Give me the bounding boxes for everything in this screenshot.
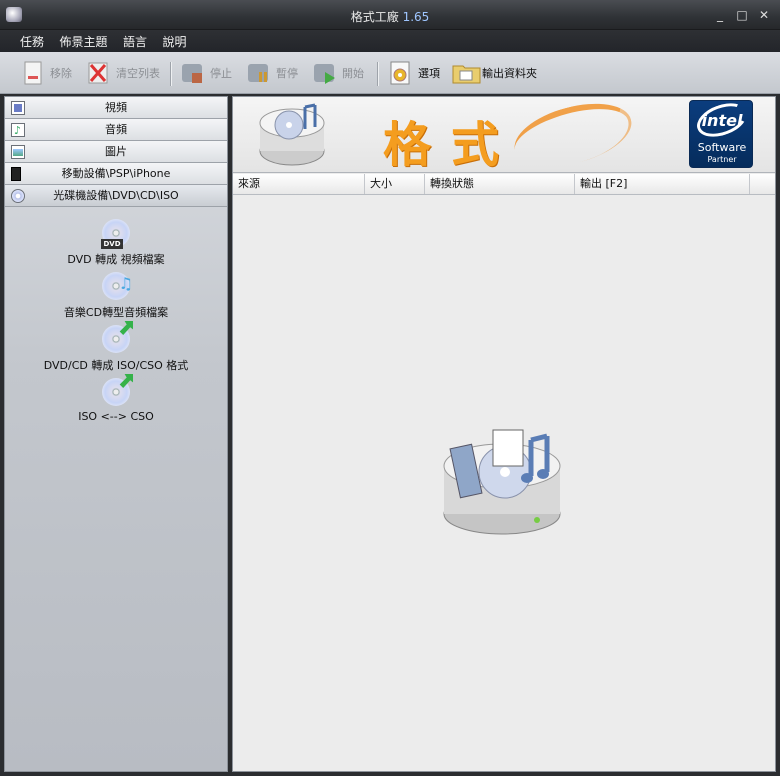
banner-swirl bbox=[507, 97, 639, 172]
category-picture-label: 圖片 bbox=[105, 145, 127, 158]
cd-to-audio-icon: ♫ bbox=[99, 270, 133, 302]
toolbar-separator bbox=[170, 62, 172, 86]
task-panel: 格式 intel Software Partner 來源 大小 轉換狀態 輸出 … bbox=[232, 96, 776, 772]
category-video[interactable]: 視頻 bbox=[5, 97, 227, 119]
category-picture[interactable]: 圖片 bbox=[5, 141, 227, 163]
category-mobile-label: 移動設備\PSP\iPhone bbox=[61, 167, 171, 180]
mobile-icon bbox=[11, 167, 21, 181]
task-list[interactable] bbox=[233, 196, 775, 771]
dvd-to-iso-label: DVD/CD 轉成 ISO/CSO 格式 bbox=[43, 359, 189, 372]
gear-icon bbox=[388, 60, 414, 86]
category-audio-label: 音頻 bbox=[105, 123, 127, 136]
iso-cso-tool[interactable]: ISO <--> CSO bbox=[5, 374, 227, 423]
column-size[interactable]: 大小 bbox=[365, 174, 425, 194]
category-video-label: 視頻 bbox=[105, 101, 127, 114]
stop-label: 停止 bbox=[210, 67, 232, 80]
folder-icon bbox=[452, 60, 481, 86]
pause-label: 暫停 bbox=[276, 67, 298, 80]
audio-icon bbox=[11, 120, 25, 142]
pause-button[interactable]: 暫停 bbox=[246, 58, 298, 88]
options-label: 選項 bbox=[418, 67, 440, 80]
iso-cso-icon bbox=[99, 374, 133, 408]
remove-button[interactable]: 移除 bbox=[20, 58, 72, 88]
banner-title: 格式 bbox=[383, 117, 520, 173]
banner: 格式 intel Software Partner bbox=[233, 97, 775, 173]
disc-icon bbox=[11, 189, 25, 203]
options-button[interactable]: 選項 bbox=[388, 58, 440, 88]
toolbar-separator bbox=[377, 62, 379, 86]
category-mobile[interactable]: 移動設備\PSP\iPhone bbox=[5, 163, 227, 185]
menu-language[interactable]: 語言 bbox=[117, 33, 153, 50]
clear-list-label: 清空列表 bbox=[116, 67, 160, 80]
window-title: 格式工廠 1.65 bbox=[0, 8, 780, 25]
menu-task[interactable]: 任務 bbox=[14, 33, 50, 50]
category-disc[interactable]: 光碟機設備\DVD\CD\ISO bbox=[5, 185, 227, 207]
column-source[interactable]: 來源 bbox=[233, 174, 365, 194]
maximize-button[interactable]: □ bbox=[734, 7, 750, 23]
title-bar: 格式工廠 1.65 _ □ ✕ bbox=[0, 0, 780, 30]
intel-partner-badge: intel Software Partner bbox=[689, 97, 753, 168]
dvd-to-video-icon: DVD bbox=[99, 217, 133, 249]
column-status[interactable]: 轉換狀態 bbox=[425, 174, 575, 194]
start-button[interactable]: 開始 bbox=[312, 58, 364, 88]
remove-icon bbox=[20, 60, 46, 86]
start-icon bbox=[312, 60, 338, 86]
cd-to-audio-tool[interactable]: ♫ 音樂CD轉型音頻檔案 bbox=[5, 270, 227, 320]
clear-list-icon bbox=[86, 60, 112, 86]
intel-brand: intel bbox=[701, 111, 743, 130]
pause-icon bbox=[246, 60, 272, 86]
stop-button[interactable]: 停止 bbox=[180, 58, 232, 88]
clear-list-button[interactable]: 清空列表 bbox=[86, 58, 160, 88]
format-factory-logo-icon bbox=[255, 103, 329, 167]
output-folder-button[interactable]: 輸出資料夾 bbox=[452, 58, 537, 88]
window-title-text: 格式工廠 bbox=[350, 10, 399, 24]
picture-icon bbox=[11, 145, 25, 159]
intel-partner: Partner bbox=[707, 155, 737, 164]
menu-help[interactable]: 說明 bbox=[157, 33, 193, 50]
output-folder-label: 輸出資料夾 bbox=[482, 67, 537, 80]
stop-icon bbox=[180, 60, 206, 86]
start-label: 開始 bbox=[342, 67, 364, 80]
category-sidebar: 視頻 音頻 圖片 移動設備\PSP\iPhone 光碟機設備\DVD\CD\IS… bbox=[4, 96, 228, 772]
remove-label: 移除 bbox=[50, 67, 72, 80]
minimize-button[interactable]: _ bbox=[712, 7, 728, 23]
close-button[interactable]: ✕ bbox=[756, 7, 772, 23]
category-disc-label: 光碟機設備\DVD\CD\ISO bbox=[53, 189, 179, 202]
iso-cso-label: ISO <--> CSO bbox=[78, 410, 154, 423]
cd-to-audio-label: 音樂CD轉型音頻檔案 bbox=[63, 306, 169, 319]
dvd-to-iso-tool[interactable]: DVD/CD 轉成 ISO/CSO 格式 bbox=[5, 321, 227, 373]
video-icon bbox=[11, 101, 25, 115]
task-table-header: 來源 大小 轉換狀態 輸出 [F2] bbox=[233, 174, 775, 195]
column-output[interactable]: 輸出 [F2] bbox=[575, 174, 750, 194]
category-audio[interactable]: 音頻 bbox=[5, 119, 227, 142]
dvd-badge: DVD bbox=[101, 239, 123, 249]
format-factory-watermark-icon bbox=[437, 426, 567, 538]
toolbar: 移除 清空列表 停止 暫停 開始 選項 輸出資料夾 bbox=[0, 52, 780, 94]
dvd-to-video-label: DVD 轉成 視頻檔案 bbox=[67, 253, 165, 266]
dvd-to-video-tool[interactable]: DVD DVD 轉成 視頻檔案 bbox=[5, 217, 227, 267]
window-version: 1.65 bbox=[402, 10, 430, 24]
menu-theme[interactable]: 佈景主題 bbox=[54, 33, 114, 50]
dvd-to-iso-icon bbox=[99, 321, 133, 355]
intel-software: Software bbox=[697, 141, 747, 154]
menu-bar: 任務 佈景主題 語言 說明 bbox=[0, 30, 780, 52]
